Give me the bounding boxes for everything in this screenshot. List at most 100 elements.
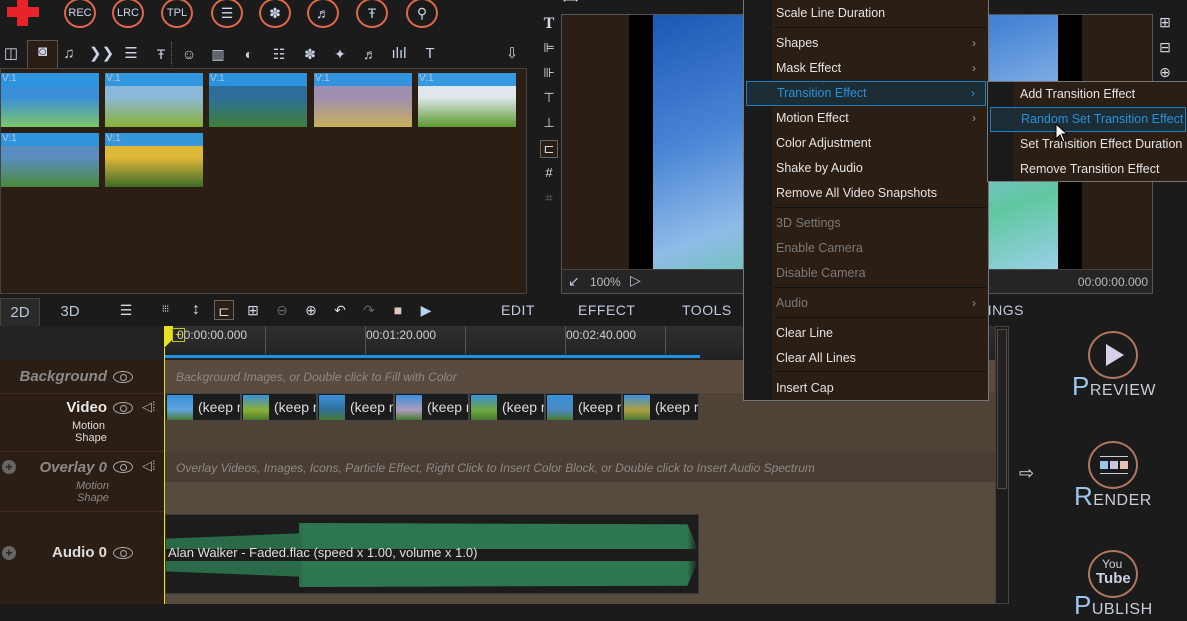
align-left-icon[interactable]: ⊫ <box>540 40 558 58</box>
shape-label[interactable]: Shape <box>75 432 107 444</box>
transition-icon[interactable]: ❯❯ <box>89 43 114 65</box>
text-icon[interactable]: T <box>419 43 441 65</box>
video-clip[interactable]: (keep r <box>545 393 622 421</box>
tab-2d[interactable]: 2D <box>0 298 40 326</box>
fullscreen-icon[interactable]: ↙ <box>568 273 580 290</box>
menu-item-remove-all-video-snapshots[interactable]: Remove All Video Snapshots <box>746 181 986 206</box>
flower-icon[interactable]: ✽ <box>299 43 321 65</box>
tab-effect[interactable]: EFFECT <box>578 302 635 318</box>
track-header-audio[interactable]: + Audio 0 <box>0 512 165 604</box>
equalizer-icon[interactable]: ılıl <box>388 43 410 65</box>
camera-icon[interactable]: ◙ <box>27 40 58 68</box>
submenu-item-set-transition-effect-duration[interactable]: Set Transition Effect Duration <box>990 132 1186 157</box>
align-top-icon[interactable]: ⊤ <box>540 90 558 108</box>
fit-frame-icon[interactable]: ⊏ <box>214 300 234 320</box>
add-button[interactable] <box>5 0 41 28</box>
center-horizontal-icon[interactable]: ⊞ <box>1156 14 1174 32</box>
track-header-video[interactable]: Video ◁⁞ Motion Shape <box>0 394 165 452</box>
text-style-button[interactable]: Ŧ <box>356 0 388 28</box>
eye-icon[interactable] <box>113 461 133 473</box>
motion-label[interactable]: Motion <box>72 420 105 432</box>
media-item[interactable]: V:1 <box>105 73 203 127</box>
video-clip[interactable]: (keep r <box>394 393 469 421</box>
video-clip[interactable]: (keep r <box>622 393 699 421</box>
text-icon[interactable]: T <box>540 15 558 33</box>
expand-arrow-icon[interactable]: ⇨ <box>1019 463 1034 484</box>
speaker-icon[interactable]: ◁⁞ <box>142 458 156 474</box>
video-clip[interactable]: (keep r <box>469 393 545 421</box>
media-item[interactable]: V:1 <box>1 73 99 127</box>
smiley-icon[interactable]: ☺ <box>178 43 200 65</box>
menu-item-clear-all-lines[interactable]: Clear All Lines <box>746 346 986 371</box>
media-item[interactable]: V:1 <box>314 73 412 127</box>
zoom-level[interactable]: 100% <box>590 275 621 289</box>
publish-label[interactable]: PUBLISH <box>1074 590 1153 621</box>
dotted-grid-icon[interactable]: ⁝⁝⁝ <box>155 300 175 320</box>
play-icon[interactable]: ▷ <box>630 272 641 289</box>
menu-item-scale-line-duration[interactable]: Scale Line Duration <box>746 1 986 26</box>
text-style-icon[interactable]: Ŧ <box>150 43 172 65</box>
eye-icon[interactable] <box>113 547 133 559</box>
lrc-button[interactable]: LRC <box>112 0 144 28</box>
media-item[interactable]: V:1 <box>418 73 516 127</box>
audio-clip[interactable]: Alan Walker - Faded.flac (speed x 1.00, … <box>165 514 699 594</box>
rec-button[interactable]: REC <box>64 0 96 28</box>
add-track-icon[interactable]: + <box>2 546 16 560</box>
user-button[interactable]: ⚲ <box>406 0 438 28</box>
add-track-icon[interactable]: + <box>2 460 16 474</box>
add-marker-icon[interactable]: + <box>172 328 185 342</box>
vertical-resize-icon[interactable]: ↕ <box>186 300 206 320</box>
list-icon[interactable]: ☷ <box>268 43 290 65</box>
menu-item-insert-cap[interactable]: Insert Cap <box>746 376 986 401</box>
submenu-item-random-set-transition-effect[interactable]: Random Set Transition Effect <box>990 107 1186 132</box>
grid-icon[interactable]: # <box>540 165 558 183</box>
expand-icon[interactable]: ⟺ <box>562 0 579 6</box>
video-clip[interactable]: (keep r <box>241 393 317 421</box>
battery-icon[interactable]: ▥ <box>207 43 229 65</box>
download-icon[interactable]: ⇩ <box>501 43 523 65</box>
media-item[interactable]: V:1 <box>209 73 307 127</box>
tpl-button[interactable]: TPL <box>161 0 193 28</box>
flower-button[interactable]: ✽ <box>259 0 291 28</box>
scrollbar-thumb[interactable] <box>997 329 1007 489</box>
grid-off-icon[interactable]: ⌗ <box>540 190 558 208</box>
redo-icon[interactable]: ↷ <box>359 300 379 320</box>
music-note-icon[interactable]: ♫ <box>58 43 80 65</box>
track-header-background[interactable]: Background <box>0 360 165 394</box>
submenu-item-remove-transition-effect[interactable]: Remove Transition Effect <box>990 157 1186 182</box>
align-bottom-icon[interactable]: ⊥ <box>540 115 558 133</box>
menu-item-shake-by-audio[interactable]: Shake by Audio <box>746 156 986 181</box>
center-vertical-icon[interactable]: ⊟ <box>1156 39 1174 57</box>
submenu-item-add-transition-effect[interactable]: Add Transition Effect <box>990 82 1186 107</box>
playhead[interactable] <box>164 348 165 604</box>
layout-icon[interactable]: ◫ <box>0 43 22 65</box>
speaker-icon[interactable]: ◁⁞ <box>142 399 156 415</box>
menu-item-transition-effect[interactable]: Transition Effect › <box>746 81 986 106</box>
play-icon[interactable]: ▶ <box>416 300 436 320</box>
align-right-icon[interactable]: ⊪ <box>540 65 558 83</box>
preview-label[interactable]: PREVIEW <box>1072 371 1156 402</box>
media-item[interactable]: V:1 <box>1 133 99 187</box>
tab-tools[interactable]: TOOLS <box>682 302 732 318</box>
menu-item-shapes[interactable]: Shapes › <box>746 31 986 56</box>
contrast-icon[interactable]: ◐ <box>238 43 260 65</box>
menu-item-clear-line[interactable]: Clear Line <box>746 321 986 346</box>
music-score-icon[interactable]: ♬ <box>359 43 381 65</box>
menu-item-mask-effect[interactable]: Mask Effect › <box>746 56 986 81</box>
eye-icon[interactable] <box>113 371 133 383</box>
track-header-overlay[interactable]: + Overlay 0 ◁⁞ Motion Shape <box>0 452 165 512</box>
menu-item-color-adjustment[interactable]: Color Adjustment <box>746 131 986 156</box>
eye-icon[interactable] <box>113 402 133 414</box>
overlay-lane[interactable]: Overlay Videos, Images, Icons, Particle … <box>165 452 995 482</box>
tab-3d[interactable]: 3D <box>50 298 90 326</box>
zoom-out-icon[interactable]: ⊖ <box>272 300 292 320</box>
fit-frame-icon[interactable]: ⊏ <box>540 140 558 158</box>
music-score-button[interactable]: ♬ <box>307 0 339 28</box>
playlist-icon[interactable]: ☰ <box>120 43 142 65</box>
render-label[interactable]: RENDER <box>1074 481 1152 512</box>
media-item[interactable]: V:1 <box>105 133 203 187</box>
puzzle-icon[interactable]: ✦ <box>329 43 351 65</box>
align-lines-icon[interactable]: ☰ <box>116 300 136 320</box>
tab-edit[interactable]: EDIT <box>501 302 535 318</box>
menu-item-motion-effect[interactable]: Motion Effect › <box>746 106 986 131</box>
